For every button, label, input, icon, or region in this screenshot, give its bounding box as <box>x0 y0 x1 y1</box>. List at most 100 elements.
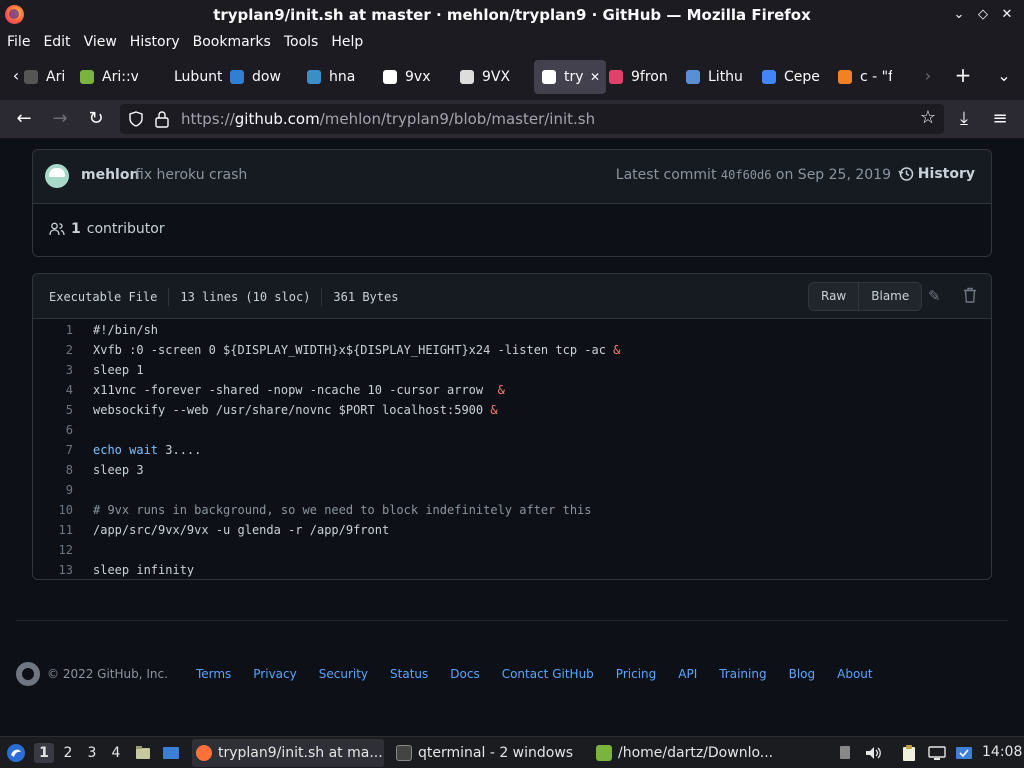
avatar[interactable] <box>45 164 69 188</box>
back-button[interactable]: ← <box>12 107 36 131</box>
footer-link-pricing[interactable]: Pricing <box>616 667 656 681</box>
footer-link-terms[interactable]: Terms <box>196 667 231 681</box>
tab-9[interactable]: 9fron <box>609 60 671 94</box>
workspace-4[interactable]: 4 <box>106 743 126 763</box>
menu-edit[interactable]: Edit <box>43 34 70 50</box>
line-number[interactable]: 5 <box>33 403 73 417</box>
tracking-shield-icon[interactable] <box>128 111 144 127</box>
tab-8[interactable]: try ✕ <box>534 60 606 94</box>
clipboard-manager-icon[interactable] <box>900 744 918 762</box>
line-number[interactable]: 9 <box>33 483 73 497</box>
menu-view[interactable]: View <box>84 34 117 50</box>
code-line: 6 <box>33 420 991 440</box>
code-line: 1 #!/bin/sh <box>33 320 991 340</box>
line-number[interactable]: 12 <box>33 543 73 557</box>
tab-scroll-left-icon[interactable]: ‹ <box>6 66 26 85</box>
line-number[interactable]: 8 <box>33 463 73 477</box>
app-menu-button[interactable]: ≡ <box>988 107 1012 131</box>
page-content: mehlon fix heroku crash Latest commit 40… <box>0 138 1024 736</box>
line-number[interactable]: 11 <box>33 523 73 537</box>
new-tab-button[interactable]: + <box>953 63 973 87</box>
update-notifier-icon[interactable] <box>955 744 973 762</box>
network-icon[interactable] <box>928 744 946 762</box>
footer-link-security[interactable]: Security <box>319 667 368 681</box>
tab-4[interactable]: dow <box>230 60 292 94</box>
file-manager-icon[interactable] <box>134 744 152 762</box>
task-firefox[interactable]: tryplan9/init.sh at ma... <box>192 739 384 767</box>
menu-bookmarks[interactable]: Bookmarks <box>193 34 271 50</box>
tab-5[interactable]: hna <box>307 60 367 94</box>
tab-1[interactable]: Ari::v <box>24 60 64 94</box>
close-tab-icon[interactable]: ✕ <box>590 70 600 84</box>
url-text[interactable]: https://github.com/mehlon/tryplan9/blob/… <box>181 110 595 128</box>
footer-link-blog[interactable]: Blog <box>789 667 816 681</box>
bookmark-star-icon[interactable]: ☆ <box>920 107 936 128</box>
tab-7[interactable]: 9VX <box>460 60 520 94</box>
tab-favicon-icon <box>80 70 94 84</box>
list-all-tabs-button[interactable]: ⌄ <box>994 66 1014 85</box>
forward-button[interactable]: → <box>48 107 72 131</box>
tab-10[interactable]: Lithu <box>686 60 748 94</box>
workspace-2[interactable]: 2 <box>58 743 78 763</box>
volume-icon[interactable] <box>864 744 882 762</box>
footer-link-api[interactable]: API <box>678 667 697 681</box>
tab-3[interactable]: Lubuntu <box>152 60 222 94</box>
trash-icon[interactable] <box>963 287 977 303</box>
footer-link-training[interactable]: Training <box>719 667 766 681</box>
close-window-button[interactable]: ✕ <box>998 6 1016 24</box>
downloads-button[interactable]: ⤓ <box>952 107 976 131</box>
blame-button[interactable]: Blame <box>858 283 921 310</box>
line-number[interactable]: 7 <box>33 443 73 457</box>
commit-author-link[interactable]: mehlon <box>81 167 139 183</box>
line-number[interactable]: 3 <box>33 363 73 377</box>
footer-link-status[interactable]: Status <box>390 667 428 681</box>
tab-2[interactable]: Ari::v <box>80 60 138 94</box>
menu-file[interactable]: File <box>7 34 30 50</box>
commit-message-link[interactable]: fix heroku crash <box>135 167 247 183</box>
minimize-button[interactable]: ⌄ <box>950 6 968 24</box>
people-icon <box>49 222 65 236</box>
contributors-link[interactable]: 1 contributor <box>49 221 165 237</box>
raw-button[interactable]: Raw <box>809 283 858 310</box>
file-mode: Executable File <box>49 290 158 304</box>
line-source: #!/bin/sh <box>73 323 158 337</box>
task-file-manager[interactable]: /home/dartz/Downlo... <box>592 739 784 767</box>
tab-6[interactable]: 9vx <box>383 60 443 94</box>
menu-tools[interactable]: Tools <box>284 34 319 50</box>
footer-copyright: © 2022 GitHub, Inc. <box>47 667 168 681</box>
menu-history[interactable]: History <box>130 34 180 50</box>
task-qterminal[interactable]: qterminal - 2 windows <box>392 739 584 767</box>
workspace-3[interactable]: 3 <box>82 743 102 763</box>
commit-sha-link[interactable]: 40f60d6 <box>721 168 772 182</box>
footer-link-contact-github[interactable]: Contact GitHub <box>502 667 594 681</box>
footer-link-about[interactable]: About <box>837 667 872 681</box>
footer-link-docs[interactable]: Docs <box>450 667 479 681</box>
code-line: 3 sleep 1 <box>33 360 991 380</box>
tab-12[interactable]: c - "f <box>838 60 892 94</box>
github-mark-icon[interactable] <box>16 662 40 686</box>
tab-11[interactable]: Cepe <box>762 60 826 94</box>
line-source: Xvfb :0 -screen 0 ${DISPLAY_WIDTH}x${DIS… <box>73 343 620 357</box>
line-number[interactable]: 1 <box>33 323 73 337</box>
line-number[interactable]: 13 <box>33 563 73 577</box>
show-desktop-icon[interactable] <box>162 744 180 762</box>
history-link[interactable]: History <box>898 166 975 182</box>
window-title: tryplan9/init.sh at master · mehlon/tryp… <box>213 6 811 24</box>
tray-clipboard-icon[interactable] <box>836 744 854 762</box>
restore-button[interactable]: ◇ <box>974 6 992 24</box>
footer-link-privacy[interactable]: Privacy <box>253 667 296 681</box>
url-bar[interactable]: https://github.com/mehlon/tryplan9/blob/… <box>120 104 944 134</box>
menu-help[interactable]: Help <box>331 34 363 50</box>
line-number[interactable]: 10 <box>33 503 73 517</box>
code-token: websockify --web /usr/share/novnc $PORT … <box>93 403 491 417</box>
line-number[interactable]: 4 <box>33 383 73 397</box>
line-number[interactable]: 2 <box>33 343 73 357</box>
code-line: 10 # 9vx runs in background, so we need t… <box>33 500 991 520</box>
line-number[interactable]: 6 <box>33 423 73 437</box>
edit-pencil-icon[interactable]: ✎ <box>928 287 941 305</box>
reload-button[interactable]: ↻ <box>84 107 108 131</box>
start-menu-icon[interactable] <box>6 743 26 763</box>
lock-icon[interactable] <box>154 110 170 128</box>
workspace-1[interactable]: 1 <box>34 743 54 763</box>
tab-scroll-right-icon[interactable]: › <box>918 66 938 85</box>
